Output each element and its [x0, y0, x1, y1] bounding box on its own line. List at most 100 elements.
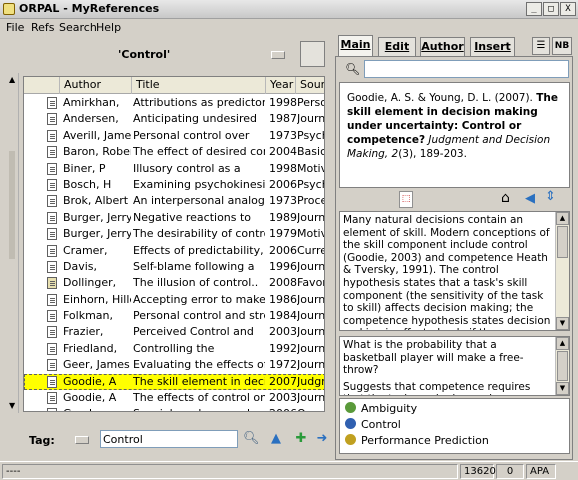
filter-dropdown-button[interactable] [271, 51, 285, 59]
table-row[interactable]: Cramer, Effects of predictability, 2006 Cur… [24, 243, 324, 259]
col-title-header[interactable]: Title [132, 77, 266, 94]
citation-authors: Goodie, A. S. & Young, D. L. (2007). [347, 92, 533, 104]
cell-title: An interpersonal analogue [133, 194, 265, 208]
col-source-header[interactable]: Source [296, 77, 324, 94]
search-icon[interactable]: 🔍︎ [345, 62, 360, 76]
table-row[interactable]: Goodie, A The skill element in decision 20… [24, 373, 324, 391]
cell-year: 2008 [269, 276, 297, 290]
menu-search[interactable]: Search [59, 21, 97, 34]
table-row[interactable]: Dollinger, The illusion of control.. 2008 F… [24, 275, 325, 291]
table-row[interactable]: Brok, Albert An interpersonal analogue 197… [24, 193, 324, 209]
col-author-header[interactable]: Author [60, 77, 132, 94]
cell-author: Folkman, [63, 309, 114, 323]
cell-source: Psych [297, 128, 324, 142]
table-row[interactable]: Davis, Self-blame following a 1996Journa [24, 259, 325, 275]
left-splitter[interactable]: ▲ ▼ [7, 73, 19, 413]
cell-source: Organ [297, 406, 324, 411]
cell-title: The desirability of control. [133, 227, 265, 241]
table-header: Author Title Year Source [24, 77, 324, 94]
tag-item-ambiguity[interactable]: Ambiguity [345, 401, 417, 417]
menu-file[interactable]: File [6, 21, 24, 34]
up-down-arrow-icon[interactable]: ⇕ [545, 189, 556, 204]
tag-item-performance-prediction[interactable]: Performance Prediction [345, 433, 489, 449]
table-row[interactable]: Burger, Jerry The desirability of control… [24, 226, 324, 242]
table-row[interactable]: Amirkhan, Attributions as predictors of 19… [24, 95, 324, 111]
cell-source: Journa [297, 309, 325, 323]
pdf-icon[interactable]: ⬚ [399, 191, 413, 208]
filter-color-box[interactable] [300, 41, 325, 67]
detail-search-input[interactable] [364, 60, 569, 78]
title-bar[interactable]: ORPAL - MyReferences _ □ X [0, 0, 578, 19]
tag-add-icon[interactable]: ✚ [293, 431, 309, 447]
scroll-down-icon[interactable]: ▼ [556, 317, 569, 330]
scroll-thumb[interactable] [557, 226, 568, 258]
tab-author[interactable]: Author [420, 37, 465, 56]
abstract-box[interactable]: Many natural decisions contain an elemen… [339, 211, 570, 331]
notes-scrollbar[interactable]: ▲ ▼ [555, 337, 569, 395]
col-year-header[interactable]: Year [266, 77, 296, 94]
tag-forward-arrow-icon[interactable]: ➜ [314, 431, 330, 447]
tag-item-control[interactable]: Control [345, 417, 401, 433]
nb-button[interactable]: NB [552, 37, 572, 55]
notes-box[interactable]: What is the probability that a basketbal… [339, 336, 570, 396]
scroll-thumb[interactable] [557, 351, 568, 381]
col-icon-header[interactable] [24, 77, 60, 94]
cell-year: 1972 [269, 358, 297, 372]
scroll-up-icon[interactable]: ▲ [556, 337, 569, 350]
splitter-up-icon[interactable]: ▲ [9, 75, 15, 84]
tag-input[interactable] [100, 430, 238, 448]
cell-title: Evaluating the effects of the [133, 358, 265, 372]
notes-question: What is the probability that a basketbal… [343, 339, 524, 377]
abstract-scrollbar[interactable]: ▲ ▼ [555, 212, 569, 330]
book-icon [47, 277, 57, 290]
status-count: 13620 [460, 464, 496, 479]
menu-help[interactable]: Help [96, 21, 121, 34]
cell-title: Effects of predictability, [133, 243, 264, 257]
cell-author: Bosch, H [63, 177, 112, 191]
cell-source: Journa [297, 292, 325, 306]
splitter-thumb[interactable] [9, 151, 15, 259]
tag-up-arrow-icon[interactable]: ▲ [268, 431, 284, 447]
cell-source: Journa [297, 259, 325, 273]
cell-title: Personal control over [133, 128, 250, 142]
status-left: ---- [2, 464, 458, 479]
tag-icon [345, 402, 356, 413]
cell-year: 2006 [269, 406, 297, 411]
table-row[interactable]: Bosch, H Examining psychokinesis: 2006 Psyc… [24, 177, 324, 193]
table-row[interactable]: Frazier, Perceived Control and 2003Journa [24, 324, 324, 340]
cell-source: Favor [297, 276, 325, 290]
tab-insert[interactable]: Insert [470, 37, 515, 56]
table-row[interactable]: Goodman,Special random numbers: 2006Organ [24, 406, 324, 411]
tag-dropdown-button[interactable] [75, 436, 89, 444]
cell-title: Special random numbers: [133, 406, 265, 411]
maximize-button[interactable]: □ [543, 2, 559, 16]
document-icon [47, 211, 57, 224]
minimize-button[interactable]: _ [526, 2, 542, 16]
tab-main[interactable]: Main [338, 35, 373, 56]
menu-refs[interactable]: Refs [31, 21, 55, 34]
detail-toolbar: ⬚ ⌂ ◀ ⇕ [339, 189, 570, 210]
home-icon[interactable]: ⌂ [501, 190, 510, 206]
table-row[interactable]: Goodie, A The effects of control on 2003 Jo… [24, 390, 324, 406]
back-arrow-icon[interactable]: ◀ [525, 191, 535, 206]
list-view-icon[interactable]: ☰ [532, 37, 550, 55]
table-row[interactable]: Baron, RobertThe effect of desired contr… [24, 144, 324, 160]
table-row[interactable]: Folkman, Personal control and stress 1984J… [24, 308, 325, 324]
scroll-down-icon[interactable]: ▼ [556, 382, 569, 395]
splitter-down-icon[interactable]: ▼ [9, 401, 15, 410]
cell-source: Journa [297, 210, 325, 224]
cell-title: The effects of control on [133, 391, 265, 405]
table-row[interactable]: Burger, Jerry Negative reactions to 1989 Jo… [24, 210, 325, 226]
tag-search-icon[interactable]: 🔍︎ [243, 431, 260, 447]
cell-title: Attributions as predictors of [133, 96, 265, 109]
cell-author: Burger, Jerry [63, 227, 131, 241]
table-row[interactable]: Geer, JamesEvaluating the effects of the… [24, 357, 324, 373]
close-button[interactable]: X [560, 2, 576, 16]
table-row[interactable]: Einhorn, HillelAccepting error to make 19… [24, 292, 325, 308]
table-row[interactable]: Biner, P Illusory control as a 1998Motiva [24, 161, 324, 177]
tab-edit[interactable]: Edit [378, 37, 416, 56]
scroll-up-icon[interactable]: ▲ [556, 212, 569, 225]
table-row[interactable]: Averill, James Personal control over 1973 P… [24, 128, 324, 144]
table-row[interactable]: Friedland, Controlling the 1992Journa [24, 341, 324, 357]
table-row[interactable]: Andersen, Anticipating undesired 1987 Journ… [24, 111, 324, 127]
